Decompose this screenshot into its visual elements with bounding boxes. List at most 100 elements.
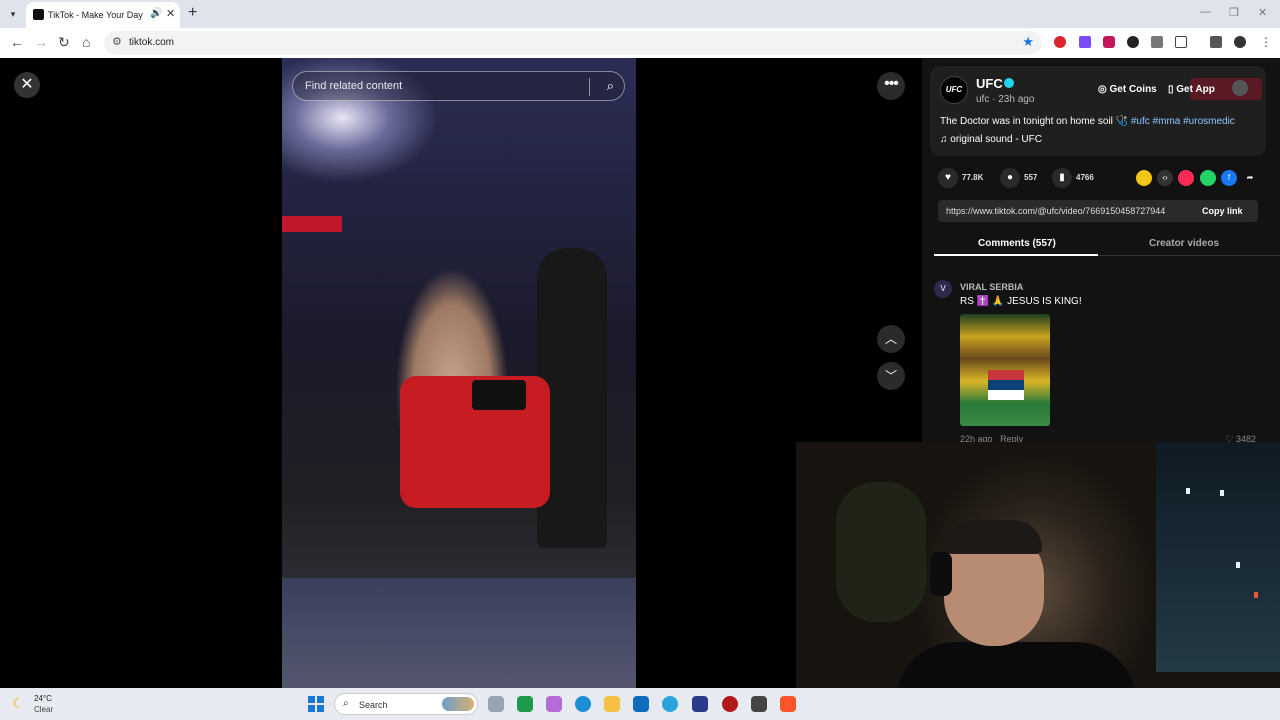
search-divider [589, 78, 590, 96]
whatsapp-icon[interactable] [1200, 170, 1216, 186]
share-friends-icon[interactable] [1136, 170, 1152, 186]
send-icon[interactable] [1178, 170, 1194, 186]
opera-icon[interactable] [722, 696, 738, 712]
brave-icon[interactable] [780, 696, 796, 712]
speaker-icon[interactable]: 🔊 [150, 8, 162, 19]
share-icon[interactable]: ➦ [1242, 170, 1258, 186]
tab-close-icon[interactable]: ✕ [166, 7, 175, 20]
night-window [1156, 442, 1280, 672]
get-app-label: Get App [1176, 84, 1215, 95]
chevron-up-icon: ︿ [884, 332, 897, 346]
minimize-icon[interactable]: — [1200, 6, 1211, 18]
file-explorer-icon[interactable] [604, 696, 620, 712]
browser-toolbar: ← → ↻ ⌂ ⚙ tiktok.com ★ ⋮ [0, 28, 1280, 58]
tab-creator-videos[interactable]: Creator videos [1149, 238, 1219, 249]
reading-list-icon[interactable] [1210, 36, 1222, 48]
webcam-overlay [796, 442, 1280, 720]
caption-text: The Doctor was in tonight on home soil 🩺 [940, 116, 1131, 127]
telegram-icon[interactable] [662, 696, 678, 712]
browser-tab-bar: ▾ TikTok - Make Your Day 🔊 ✕ + — ❐ ✕ [0, 0, 1280, 28]
app-green-icon[interactable] [517, 696, 533, 712]
comment-image[interactable] [960, 314, 1050, 426]
related-content-search[interactable]: Find related content ⌕ [292, 71, 625, 101]
weather-condition[interactable]: Clear [34, 705, 53, 714]
extension-dark-icon[interactable] [1127, 36, 1139, 48]
extension-opera-icon[interactable] [1054, 36, 1066, 48]
music-note-icon: ♫ [940, 134, 951, 145]
sound-label: original sound - UFC [950, 134, 1042, 145]
taskbar-search[interactable]: ⌕ Search [334, 693, 478, 715]
like-count: 77.8K [962, 173, 984, 182]
home-icon[interactable]: ⌂ [82, 34, 90, 50]
next-video-button[interactable]: ﹀ [877, 362, 905, 390]
get-coins-button[interactable]: ◎ Get Coins [1098, 84, 1157, 95]
previous-video-button[interactable]: ︿ [877, 325, 905, 353]
copilot-icon[interactable] [546, 696, 562, 712]
author-card: UFC UFC ufc · 23h ago ◎ Get Coins ▯ Get … [930, 66, 1266, 156]
site-info-icon[interactable]: ⚙ [112, 35, 122, 48]
bookmark-star-icon[interactable]: ★ [1022, 34, 1034, 50]
embed-icon[interactable]: ‹› [1157, 170, 1173, 186]
search-highlight-image [442, 697, 474, 711]
taskbar-search-label: Search [359, 700, 388, 710]
restore-icon[interactable]: ❐ [1229, 6, 1239, 19]
comment-text: RS ✝️ 🙏 JESUS IS KING! [960, 296, 1082, 307]
tab-search-button[interactable]: ▾ [5, 6, 21, 22]
forward-icon[interactable]: → [34, 34, 48, 50]
moon-icon[interactable]: ☾ [12, 695, 25, 712]
edge-icon[interactable] [575, 696, 591, 712]
new-tab-button[interactable]: + [188, 4, 197, 22]
copy-link-button[interactable]: Copy link [1202, 206, 1243, 216]
tab-comments[interactable]: Comments (557) [978, 238, 1056, 249]
menu-kebab-icon[interactable]: ⋮ [1260, 35, 1272, 49]
extension-translate-icon[interactable] [1151, 36, 1163, 48]
close-icon: ✕ [20, 76, 34, 93]
close-video-button[interactable]: ✕ [14, 72, 40, 98]
author-avatar[interactable]: UFC [940, 76, 968, 104]
extension-pen-icon[interactable] [1079, 36, 1091, 48]
city-light [1254, 592, 1258, 598]
app-dark-icon[interactable] [751, 696, 767, 712]
outlook-icon[interactable] [633, 696, 649, 712]
headset [930, 552, 952, 596]
windows-taskbar: ☾ 24°C Clear ⌕ Search [0, 688, 1280, 720]
save-count: 4766 [1076, 173, 1094, 182]
facebook-icon[interactable]: f [1221, 170, 1237, 186]
sound-link[interactable]: ♫ original sound - UFC [940, 134, 1042, 145]
extension-shield-icon[interactable] [1103, 36, 1115, 48]
comment-avatar[interactable]: V [934, 280, 952, 298]
city-light [1236, 562, 1240, 568]
verified-badge-icon [1004, 78, 1014, 88]
comment-username[interactable]: VIRAL SERBIA [960, 282, 1023, 292]
extensions-puzzle-icon[interactable] [1175, 36, 1187, 48]
get-app-button[interactable]: ▯ Get App [1168, 84, 1215, 95]
reload-icon[interactable]: ↻ [58, 34, 70, 51]
user-avatar[interactable] [1232, 80, 1248, 96]
serbian-flag [988, 370, 1024, 400]
houseplant [836, 482, 926, 622]
task-view-icon[interactable] [488, 696, 504, 712]
app-blue-icon[interactable] [692, 696, 708, 712]
video-caption: The Doctor was in tonight on home soil 🩺… [940, 116, 1235, 127]
search-input[interactable]: Find related content [305, 80, 402, 92]
get-coins-label: Get Coins [1109, 84, 1157, 95]
back-icon[interactable]: ← [10, 34, 24, 50]
url-text[interactable]: tiktok.com [129, 37, 174, 48]
city-light [1220, 490, 1224, 496]
search-icon[interactable]: ⌕ [607, 78, 614, 94]
weather-temp[interactable]: 24°C [34, 694, 52, 703]
profile-icon[interactable] [1234, 36, 1246, 48]
windows-start-icon[interactable] [308, 696, 324, 712]
share-link-text[interactable]: https://www.tiktok.com/@ufc/video/766915… [946, 206, 1194, 216]
share-link-box: https://www.tiktok.com/@ufc/video/766915… [938, 200, 1258, 222]
caption-hashtags[interactable]: #ufc #mma #urosmedic [1131, 116, 1235, 127]
window-close-icon[interactable]: ✕ [1258, 6, 1267, 19]
more-options-button[interactable]: ••• [877, 72, 905, 100]
author-name[interactable]: UFC [976, 76, 1003, 91]
video-player[interactable]: Find related content ⌕ [282, 58, 636, 688]
chevron-down-icon: ﹀ [884, 369, 897, 383]
octagon-floor [282, 578, 636, 688]
browser-tab[interactable]: TikTok - Make Your Day 🔊 ✕ [26, 2, 180, 28]
address-bar[interactable]: ⚙ tiktok.com ★ [104, 31, 1042, 55]
tiktok-favicon-icon [33, 9, 44, 20]
